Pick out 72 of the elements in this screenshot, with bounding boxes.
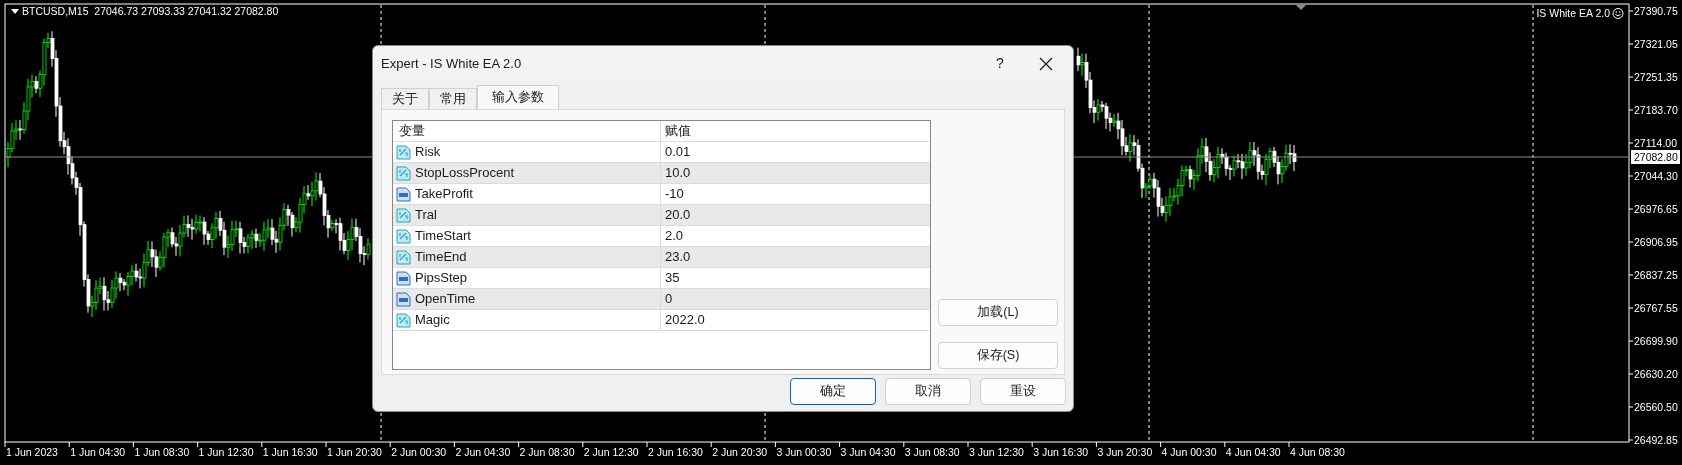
shift-marker-icon[interactable] (1296, 5, 1306, 10)
parameter-name: PipsStep (415, 269, 468, 288)
time-label: 3 Jun 16:30 (1033, 446, 1089, 458)
time-label: 1 Jun 20:30 (327, 446, 382, 458)
time-label: 2 Jun 08:30 (519, 446, 575, 458)
price-label: 26699.90 (1634, 335, 1678, 347)
dropdown-arrow-icon[interactable] (11, 9, 19, 14)
price-label: 26492.85 (1634, 434, 1678, 446)
parameter-name: TimeEnd (415, 248, 467, 267)
time-label: 1 Jun 16:30 (262, 446, 318, 458)
price-label: 27114.00 (1634, 137, 1677, 149)
parameter-value[interactable]: 2.0 (661, 226, 684, 246)
time-label: 3 Jun 00:30 (776, 446, 832, 458)
parameter-name: OpenTime (415, 290, 476, 309)
tab[interactable]: 常用 (429, 88, 477, 109)
time-label: 2 Jun 00:30 (391, 446, 447, 458)
time-label: 4 Jun 08:30 (1290, 446, 1345, 458)
close-icon (1039, 56, 1053, 71)
price-label: 27251.35 (1634, 71, 1678, 83)
dialog-title: Expert - IS White EA 2.0 (381, 54, 522, 73)
time-label: 1 Jun 04:30 (70, 446, 126, 458)
price-label: 26767.55 (1634, 302, 1678, 314)
parameter-name: StopLossProcent (415, 164, 514, 183)
tab[interactable]: 关于 (381, 88, 429, 109)
price-label: 26837.25 (1634, 269, 1678, 281)
time-label: 1 Jun 12:30 (198, 446, 254, 458)
smiley-icon (1612, 8, 1624, 19)
parameter-value[interactable]: 10.0 (661, 163, 691, 183)
parameter-value[interactable]: 20.0 (661, 205, 691, 225)
time-label: 3 Jun 04:30 (840, 446, 896, 458)
time-label: 3 Jun 08:30 (904, 446, 960, 458)
time-label: 3 Jun 12:30 (969, 446, 1024, 458)
parameter-value[interactable]: 0 (661, 289, 673, 309)
price-label: 27044.30 (1634, 170, 1678, 182)
time-label: 2 Jun 20:30 (712, 446, 768, 458)
current-price-label: 27082.80 (1631, 150, 1680, 164)
help-button[interactable]: ? (977, 46, 1023, 81)
time-label: 2 Jun 04:30 (455, 446, 511, 458)
price-label: 26630.20 (1634, 368, 1678, 380)
parameter-name: Magic (415, 311, 450, 330)
action-button[interactable]: 加载(L) (938, 299, 1058, 326)
parameter-name: Risk (415, 143, 441, 162)
parameter-name: Tral (415, 206, 437, 225)
tab[interactable]: 输入参数 (477, 85, 559, 109)
symbol-info: BTCUSD,M15 27046.73 27093.33 27041.32 27082.80 (22, 5, 279, 17)
price-label: 26560.50 (1634, 401, 1678, 413)
parameter-value[interactable]: 2022.0 (661, 310, 705, 330)
price-label: 27321.05 (1634, 38, 1678, 50)
parameter-name: TimeStart (415, 227, 471, 246)
expert-label: IS White EA 2.0 (1536, 7, 1610, 19)
column-header[interactable]: 变量 (393, 121, 661, 141)
time-label: 2 Jun 16:30 (648, 446, 703, 458)
parameter-name: TakeProfit (415, 185, 473, 204)
dialog-button[interactable]: 重设 (980, 378, 1066, 405)
dialog-button[interactable]: 确定 (790, 378, 876, 405)
time-label: 3 Jun 20:30 (1097, 446, 1153, 458)
action-button[interactable]: 保存(S) (938, 342, 1058, 369)
time-label: 4 Jun 04:30 (1225, 446, 1281, 458)
parameter-value[interactable]: 35 (661, 268, 680, 288)
parameter-value[interactable]: 0.01 (661, 142, 691, 162)
price-label: 26906.95 (1634, 236, 1678, 248)
price-label: 26976.65 (1634, 203, 1678, 215)
column-header[interactable]: 赋值 (661, 121, 691, 141)
time-label: 1 Jun 08:30 (134, 446, 190, 458)
dialog-button[interactable]: 取消 (885, 378, 971, 405)
price-label: 27183.70 (1634, 104, 1678, 116)
parameter-value[interactable]: -10 (661, 184, 684, 204)
parameter-value[interactable]: 23.0 (661, 247, 691, 267)
time-label: 1 Jun 2023 (6, 446, 58, 458)
price-label: 27390.75 (1634, 5, 1678, 17)
time-label: 4 Jun 00:30 (1161, 446, 1217, 458)
time-label: 2 Jun 12:30 (583, 446, 639, 458)
